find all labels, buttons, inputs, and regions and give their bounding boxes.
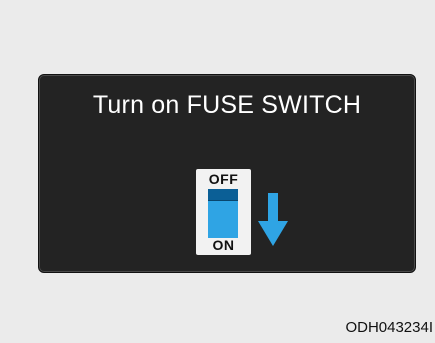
instruction-message: Turn on FUSE SWITCH <box>92 91 362 119</box>
switch-lever-top <box>208 189 238 201</box>
switch-slot <box>208 189 238 238</box>
fuse-switch-icon: OFF ON <box>196 169 251 255</box>
down-arrow-icon <box>258 193 288 246</box>
switch-on-label: ON <box>212 237 235 253</box>
fuse-switch-graphic: OFF ON <box>196 169 316 259</box>
switch-off-label: OFF <box>208 171 239 187</box>
display-panel: Turn on FUSE SWITCH OFF ON <box>38 74 416 273</box>
image-code: ODH043234I <box>345 319 433 336</box>
switch-lever <box>208 201 238 238</box>
